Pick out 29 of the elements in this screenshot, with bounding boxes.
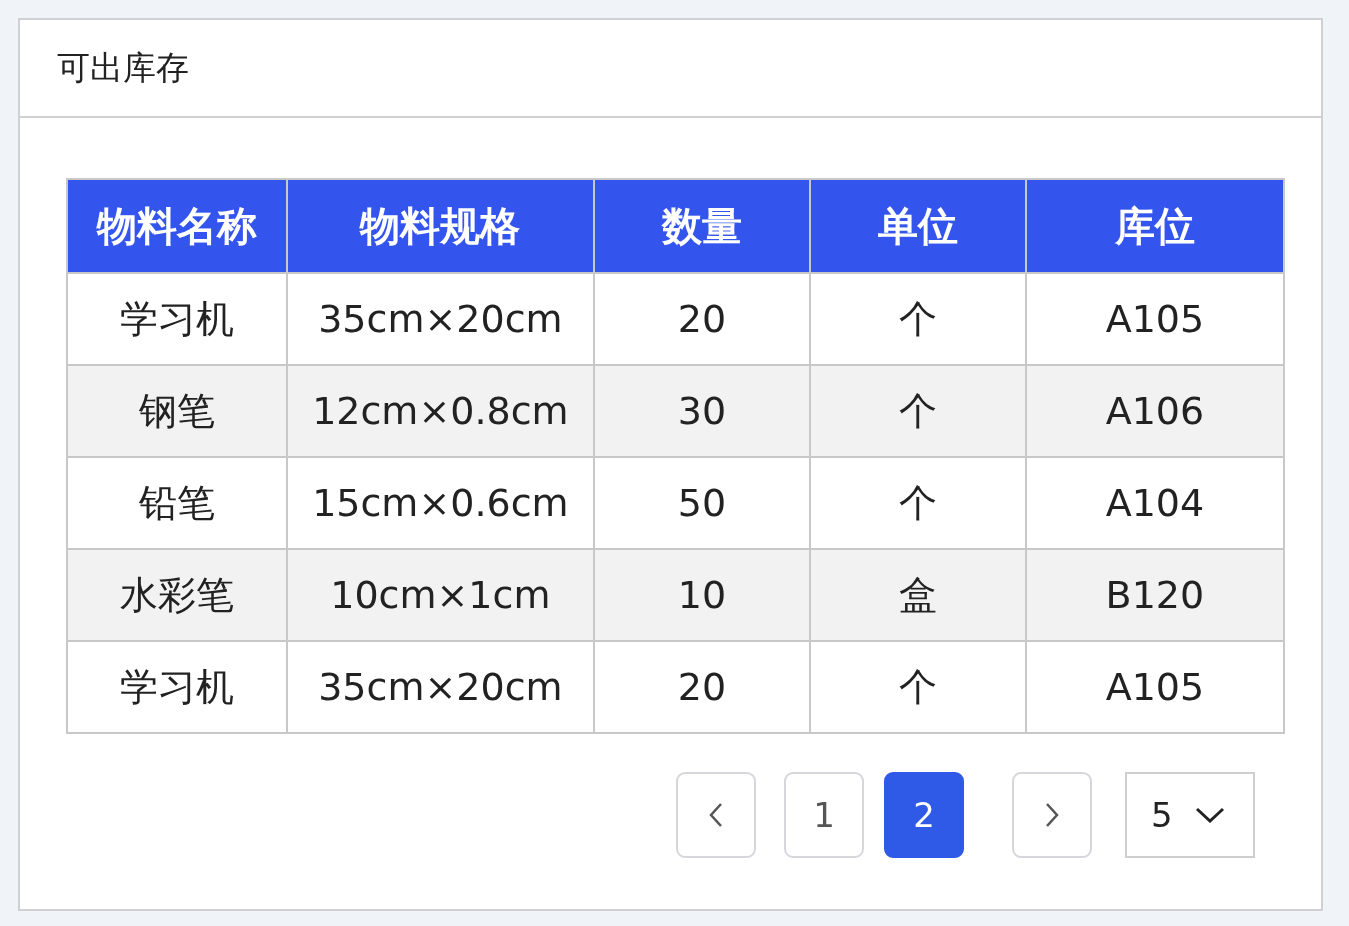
table-cell: 盒 — [809, 549, 1026, 641]
table-cell: 35cm×20cm — [286, 641, 594, 733]
table-cell: 12cm×0.8cm — [286, 365, 594, 457]
column-header: 单位 — [809, 179, 1026, 273]
column-header: 库位 — [1025, 179, 1284, 273]
next-page-button[interactable] — [1012, 772, 1092, 858]
table-cell: 10cm×1cm — [286, 549, 594, 641]
column-header: 物料名称 — [67, 179, 287, 273]
table-cell: 钢笔 — [67, 365, 287, 457]
page-button[interactable]: 2 — [884, 772, 964, 858]
column-header: 数量 — [593, 179, 810, 273]
table-cell: 个 — [809, 365, 1026, 457]
page-size-select[interactable]: 5 — [1125, 772, 1255, 858]
table-cell: 个 — [809, 641, 1026, 733]
table-cell: 学习机 — [67, 641, 287, 733]
table-cell: B120 — [1025, 549, 1284, 641]
table-cell: 水彩笔 — [67, 549, 287, 641]
panel-title: 可出库存 — [57, 46, 189, 89]
table-cell: A106 — [1025, 365, 1284, 457]
chevron-left-icon — [709, 802, 723, 828]
table-cell: A105 — [1025, 641, 1284, 733]
table-cell: 30 — [593, 365, 810, 457]
caret-down-icon — [1195, 807, 1225, 823]
column-header: 物料规格 — [286, 179, 594, 273]
chevron-right-icon — [1045, 802, 1059, 828]
page-button[interactable]: 1 — [784, 772, 864, 858]
table-cell: 10 — [593, 549, 810, 641]
previous-page-button[interactable] — [676, 772, 756, 858]
table-cell: 20 — [593, 641, 810, 733]
